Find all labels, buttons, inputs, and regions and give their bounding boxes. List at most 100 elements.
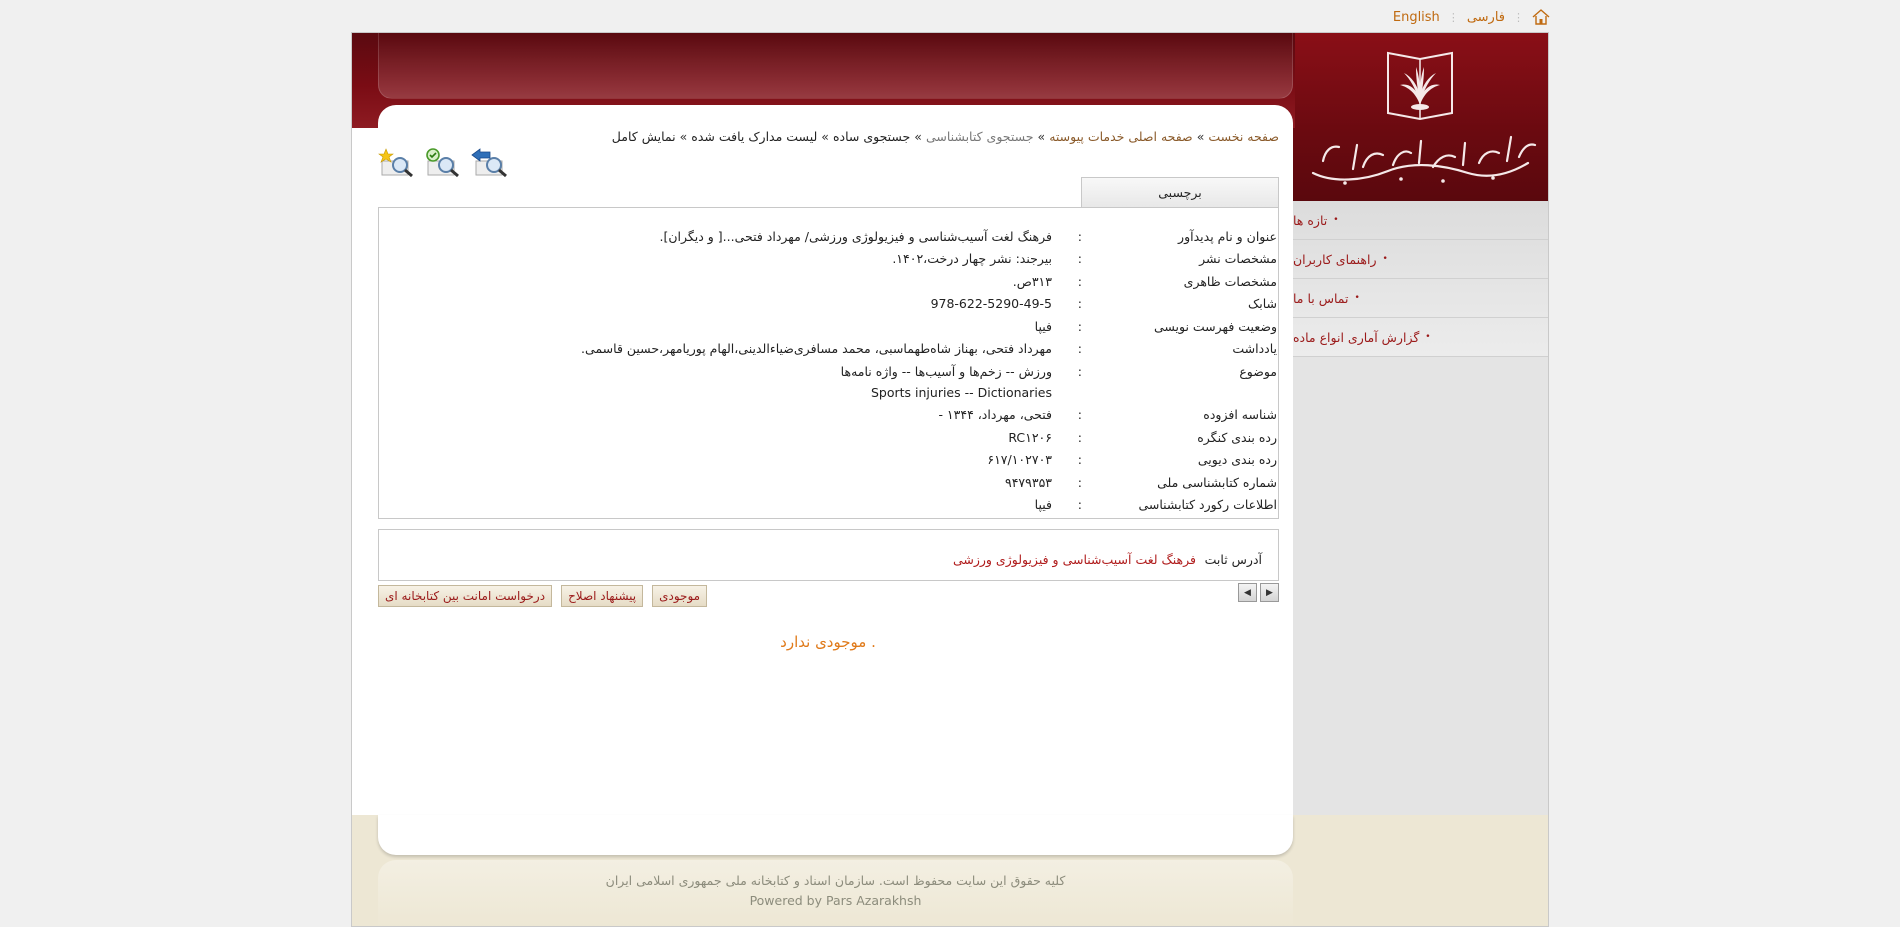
record-row-subject: موضوع : ورزش -- زخم‌ها و آسیب‌ها -- واژه… — [379, 364, 1278, 408]
language-bar: English ⋮ فارسی ⋮ — [1393, 8, 1550, 26]
record-label: اطلاعات رکورد کتابشناسی — [1138, 497, 1277, 512]
record-value: فیپا — [1034, 319, 1052, 334]
bullet-icon: • — [1382, 254, 1388, 264]
record-value: ۶۱۷/۱۰۲۷۰۳ — [987, 452, 1052, 467]
record-colon: : — [1077, 341, 1082, 356]
record-label: يادداشت — [1232, 341, 1277, 356]
record-row-dewey: رده بندی دیویی : ۶۱۷/۱۰۲۷۰۳ — [379, 452, 1278, 474]
separator: ⋮ — [1447, 10, 1459, 24]
record-colon: : — [1077, 430, 1082, 445]
record-value-english: Sports injuries -- Dictionaries — [870, 385, 1052, 400]
breadcrumb-services[interactable]: صفحه اصلی خدمات پیوسته — [1049, 129, 1193, 144]
record-value: مهرداد فتحی، بهناز شاه‌طهماسبی، محمد مسا… — [581, 341, 1052, 356]
record-colon: : — [1077, 229, 1082, 244]
persian-link[interactable]: فارسی — [1467, 10, 1505, 25]
record-colon: : — [1077, 407, 1082, 422]
record-value: فیپا — [1034, 497, 1052, 512]
sidebar: تازه ها • راهنمای کاربران • تماس با ما •… — [1293, 33, 1548, 815]
permalink-link[interactable]: فرهنگ لغت آسیب‌شناسی و فیزیولوژی ورزشی — [953, 552, 1196, 567]
record-value: بیرجند: نشر چهار درخت،۱۴۰۲. — [892, 251, 1052, 266]
action-buttons: درخواست امانت بین کتابخانه ای پیشنهاد اص… — [378, 585, 708, 607]
record-row-added-entry: شناسه افزوده : فتحی، مهرداد، ۱۳۴۴ - — [379, 407, 1278, 429]
record-row-national-number: شماره کتابشناسی ملی : ۹۴۷۹۳۵۳ — [379, 475, 1278, 497]
bullet-icon: • — [1333, 215, 1339, 225]
back-to-search-icon — [471, 148, 507, 178]
breadcrumb-separator: » — [821, 129, 829, 144]
breadcrumb-separator: » — [914, 129, 922, 144]
search-toolbar — [378, 147, 512, 179]
record-colon: : — [1077, 274, 1082, 289]
pager: ◀ ▶ — [1238, 583, 1279, 602]
breadcrumb-current: نمایش کامل — [611, 129, 676, 144]
availability-notice: موجودی ندارد . — [780, 633, 876, 651]
record-row-isbn: شابک : 978-622-5290-49-5 — [379, 296, 1278, 318]
refine-search-icon — [426, 148, 459, 178]
breadcrumb-catalog-search[interactable]: جستجوی کتابشناسی — [926, 129, 1034, 144]
breadcrumb-separator: » — [1196, 129, 1205, 144]
record-row-catalog-status: وضعیت فهرست نویسی : فیپا — [379, 319, 1278, 341]
suggest-correction-button[interactable]: پیشنهاد اصلاح — [561, 585, 644, 607]
right-arrow-icon: ▶ — [1266, 587, 1273, 598]
record-row-publication: مشخصات نشر : بیرجند: نشر چهار درخت،۱۴۰۲. — [379, 251, 1278, 273]
refine-search-button[interactable] — [424, 147, 466, 179]
sidebar-item-label: راهنمای کاربران — [1293, 251, 1377, 267]
sidebar-item-contact[interactable]: تماس با ما • — [1293, 279, 1548, 318]
record-label: موضوع — [1239, 364, 1277, 379]
record-value: ۹۴۷۹۳۵۳ — [1005, 475, 1052, 490]
record-row-note: يادداشت : مهرداد فتحی، بهناز شاه‌طهماسبی… — [379, 341, 1278, 363]
next-arrow-button[interactable]: ▶ — [1260, 583, 1279, 602]
ill-request-button[interactable]: درخواست امانت بین کتابخانه ای — [378, 585, 553, 607]
prev-arrow-button[interactable]: ◀ — [1238, 583, 1257, 602]
new-search-icon — [378, 148, 413, 178]
new-search-button[interactable] — [378, 147, 420, 179]
record-row-title: عنوان و نام پدیدآور : فرهنگ لغت آسیب‌شنا… — [379, 229, 1278, 251]
record-label: رده بندی کنگره — [1197, 430, 1277, 445]
tab-labeled-view[interactable]: برچسبی — [1081, 177, 1279, 207]
sidebar-item-user-guide[interactable]: راهنمای کاربران • — [1293, 240, 1548, 279]
record-value: ورزش -- زخم‌ها و آسیب‌ها -- واژه نامه‌ها — [840, 364, 1052, 379]
sidebar-menu: تازه ها • راهنمای کاربران • تماس با ما •… — [1293, 201, 1548, 357]
record-row-record-info: اطلاعات رکورد کتابشناسی : فیپا — [379, 497, 1278, 519]
back-to-search-button[interactable] — [470, 147, 512, 179]
record-colon: : — [1077, 296, 1082, 311]
logo-area — [1293, 33, 1548, 201]
breadcrumb: صفحه نخست»صفحه اصلی خدمات پیوسته»جستجوی … — [612, 129, 1279, 144]
record-label: وضعیت فهرست نویسی — [1153, 319, 1277, 334]
permalink-box: آدرس ثابت فرهنگ لغت آسیب‌شناسی و فیزیولو… — [378, 529, 1279, 581]
record-row-lc-class: رده بندی کنگره : RC۱۲۰۶ — [379, 430, 1278, 452]
copyright-text: کلیه حقوق این سایت محفوظ است. سازمان اسن… — [605, 873, 1066, 888]
record-label: شابک — [1248, 296, 1277, 311]
sidebar-item-label: تازه ها — [1293, 212, 1328, 228]
record-value: RC۱۲۰۶ — [1008, 430, 1052, 445]
breadcrumb-separator: » — [1037, 129, 1046, 144]
separator: ⋮ — [1513, 10, 1524, 24]
sidebar-item-stats-report[interactable]: گزارش آماری انواع ماده • — [1293, 318, 1548, 357]
bullet-icon: • — [1425, 332, 1431, 342]
breadcrumb-home[interactable]: صفحه نخست — [1208, 129, 1279, 144]
record-value: فتحی، مهرداد، ۱۳۴۴ - — [938, 407, 1052, 422]
record-colon: : — [1077, 452, 1082, 467]
left-arrow-icon: ◀ — [1244, 587, 1251, 598]
footer-card-edge — [378, 815, 1293, 855]
availability-button[interactable]: موجودی — [652, 585, 708, 607]
record-label: شناسه افزوده — [1203, 407, 1277, 422]
sidebar-item-label: گزارش آماری انواع ماده — [1293, 329, 1420, 345]
sidebar-item-news[interactable]: تازه ها • — [1293, 201, 1548, 240]
record-value: 978-622-5290-49-5 — [930, 296, 1052, 311]
record-colon: : — [1077, 319, 1082, 334]
national-library-logo-icon[interactable] — [1293, 33, 1548, 201]
record-colon: : — [1077, 475, 1082, 490]
content-panel: صفحه نخست»صفحه اصلی خدمات پیوسته»جستجوی … — [378, 105, 1293, 815]
home-icon[interactable] — [1532, 9, 1550, 25]
record-row-physical: مشخصات ظاهری : ۳۱۳ص. — [379, 274, 1278, 296]
record-value: فرهنگ لغت آسیب‌شناسی و فیزیولوژی ورزشی/ … — [659, 229, 1052, 244]
record-label: شماره کتابشناسی ملی — [1157, 475, 1277, 490]
english-link[interactable]: English — [1393, 10, 1440, 25]
record-table: عنوان و نام پدیدآور : فرهنگ لغت آسیب‌شنا… — [378, 207, 1279, 519]
powered-by-text: Powered by Pars Azarakhsh — [749, 893, 922, 908]
breadcrumb-results[interactable]: لیست مدارک یافت شده — [691, 129, 817, 144]
header-cap — [378, 33, 1293, 99]
breadcrumb-separator: » — [679, 129, 688, 144]
record-label: رده بندی دیویی — [1197, 452, 1277, 467]
breadcrumb-simple-search[interactable]: جستجوی ساده — [833, 129, 910, 144]
